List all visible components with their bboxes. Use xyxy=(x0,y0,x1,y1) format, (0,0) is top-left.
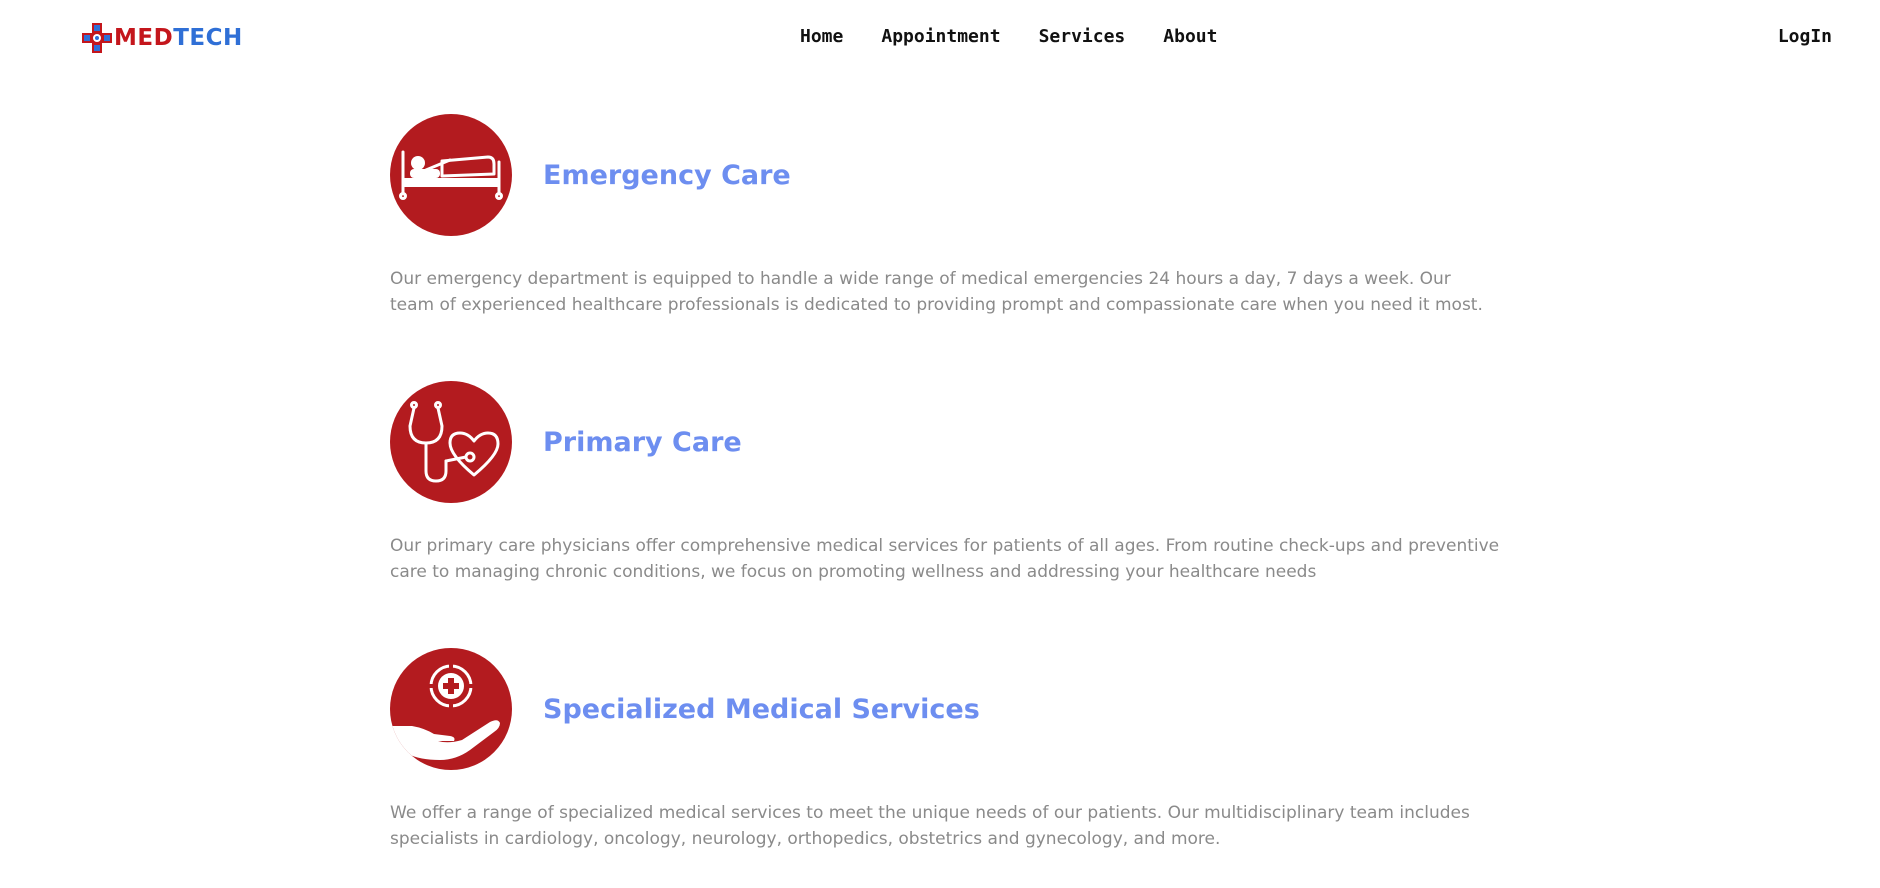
service-header: Emergency Care xyxy=(390,114,1500,236)
service-header: Primary Care xyxy=(390,381,1500,503)
service-specialized-medical: Specialized Medical Services We offer a … xyxy=(390,648,1500,852)
service-description: Our primary care physicians offer compre… xyxy=(390,536,1500,582)
logo-text-tech: TECH xyxy=(173,25,243,51)
service-description: We offer a range of specialized medical … xyxy=(390,803,1470,849)
login-link[interactable]: LogIn xyxy=(1778,24,1832,50)
service-title: Primary Care xyxy=(543,426,742,458)
logo-text-med: MED xyxy=(114,25,174,51)
nav-appointment[interactable]: Appointment xyxy=(881,24,1000,50)
stethoscope-heart-icon xyxy=(390,381,512,503)
hospital-bed-icon xyxy=(390,114,512,236)
medical-cross-logo-icon xyxy=(80,22,114,54)
service-header: Specialized Medical Services xyxy=(390,648,1500,770)
hand-medical-cross-icon xyxy=(390,648,512,770)
service-title: Specialized Medical Services xyxy=(543,693,980,725)
navbar: MEDTECH Home Appointment Services About … xyxy=(0,0,1880,74)
nav-services[interactable]: Services xyxy=(1039,24,1126,50)
logo-text: MEDTECH xyxy=(114,22,243,54)
service-emergency-care: Emergency Care Our emergency department … xyxy=(390,114,1500,318)
service-description: Our emergency department is equipped to … xyxy=(390,269,1483,315)
nav-about[interactable]: About xyxy=(1163,24,1217,50)
service-title: Emergency Care xyxy=(543,159,791,191)
nav-home[interactable]: Home xyxy=(800,24,843,50)
service-primary-care: Primary Care Our primary care physicians… xyxy=(390,381,1500,585)
main-nav: Home Appointment Services About xyxy=(800,24,1255,50)
logo[interactable]: MEDTECH xyxy=(80,22,243,54)
